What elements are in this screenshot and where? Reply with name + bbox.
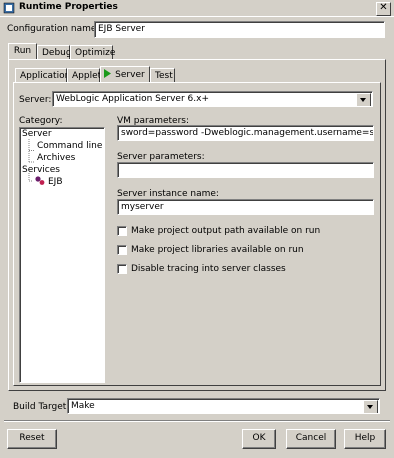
reset-button[interactable]: Reset [7,429,57,449]
server-instance-label: Server instance name: [117,189,219,199]
server-select[interactable]: WebLogic Application Server 6.x+ [52,91,373,107]
category-label: Category: [19,116,63,126]
server-params-input[interactable] [117,162,374,178]
ok-button[interactable]: OK [242,429,276,449]
build-target-select[interactable]: Make [67,398,380,414]
tab-test[interactable]: Test [150,68,175,83]
tab-server[interactable]: Server [100,66,150,83]
tracing-label: Disable tracing into server classes [131,264,286,274]
build-target-value: Make [71,401,95,411]
tree-item-ejb[interactable]: EJB [48,177,63,187]
tab-optimize[interactable]: Optimize [70,45,115,60]
tree-item-services[interactable]: Services [22,165,60,175]
tracing-checkbox[interactable] [117,264,127,274]
chevron-down-icon[interactable] [356,93,371,106]
tab-application[interactable]: Application [15,68,70,83]
build-target-label: Build Target: [13,402,70,412]
tree-item-command-line[interactable]: Command line [37,141,102,151]
category-tree[interactable]: Server Command line Archives Services EJ… [19,127,105,383]
app-icon [3,2,15,14]
tree-item-archives[interactable]: Archives [37,153,75,163]
play-icon [104,69,112,78]
libraries-checkbox[interactable] [117,245,127,255]
server-select-value: WebLogic Application Server 6.x+ [56,94,209,104]
separator [4,420,390,422]
output-path-label: Make project output path available on ru… [131,226,321,236]
window-title: Runtime Properties [19,2,118,12]
server-instance-input[interactable]: myserver [117,199,374,215]
tab-debug[interactable]: Debug [37,45,72,60]
server-label: Server: [19,95,52,105]
tab-applet[interactable]: Applet [67,68,101,83]
help-button[interactable]: Help [344,429,386,449]
title-bar: Runtime Properties ✕ [0,0,394,17]
chevron-down-icon[interactable] [363,400,378,413]
vm-params-input[interactable]: sword=password -Dweblogic.management.use… [117,125,374,141]
config-name-label: Configuration name: [7,24,100,34]
server-params-label: Server parameters: [117,152,205,162]
output-path-checkbox[interactable] [117,226,127,236]
tab-server-label: Server [115,70,145,80]
close-button[interactable]: ✕ [376,2,391,16]
libraries-label: Make project libraries available on run [131,245,304,255]
close-icon: ✕ [379,2,388,13]
cancel-button[interactable]: Cancel [286,429,336,449]
tab-run[interactable]: Run [8,43,37,60]
ejb-icon [35,176,45,185]
config-name-input[interactable]: EJB Server [94,21,385,38]
tree-item-server[interactable]: Server [22,129,52,139]
